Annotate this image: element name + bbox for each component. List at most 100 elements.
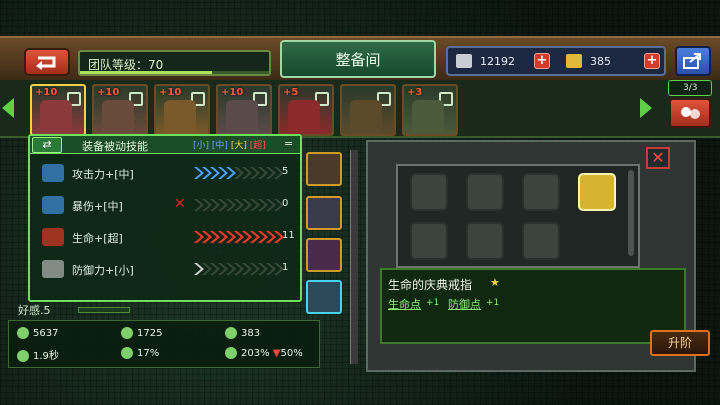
hero-card[interactable]: +10 bbox=[216, 84, 272, 136]
crit-damage-icon bbox=[225, 347, 237, 359]
skill-count: 5 bbox=[282, 166, 289, 177]
stat-crit-damage: 203% ▼50% bbox=[225, 347, 303, 365]
ring-item[interactable] bbox=[466, 173, 504, 211]
share-icon bbox=[683, 53, 701, 69]
item-name: 生命的庆典戒指 bbox=[388, 278, 473, 292]
hero-portrait bbox=[102, 100, 134, 134]
ring-item[interactable] bbox=[466, 222, 504, 260]
stat-a-suffix: +1 bbox=[426, 298, 440, 308]
skill-icon bbox=[42, 260, 64, 278]
hero-card[interactable]: +10 bbox=[30, 84, 86, 136]
ring-item[interactable] bbox=[522, 222, 560, 260]
skill-count: 0 bbox=[282, 198, 289, 209]
target-icon bbox=[121, 347, 133, 359]
add-currency-b-button[interactable]: + bbox=[644, 53, 660, 69]
ring-item[interactable] bbox=[410, 173, 448, 211]
hero-portrait bbox=[412, 100, 444, 134]
shield-icon bbox=[225, 327, 237, 339]
team-level: 团队等级：70 bbox=[78, 50, 271, 76]
skill-count: 1 bbox=[282, 262, 289, 273]
stat-attack: 1725 bbox=[121, 327, 162, 345]
equip-slot-armor[interactable] bbox=[306, 196, 342, 230]
skill-count: 11 bbox=[282, 230, 295, 241]
star-icon: ★ bbox=[490, 276, 500, 289]
hero-portrait bbox=[288, 100, 320, 134]
team-slot-count-text: 3/3 bbox=[683, 83, 698, 93]
hero-portrait bbox=[350, 100, 382, 134]
close-button[interactable]: ✕ bbox=[646, 147, 670, 169]
swap-team-button[interactable] bbox=[669, 98, 711, 128]
hero-level: +10 bbox=[221, 87, 244, 98]
favor-label: 好感.5 bbox=[18, 304, 51, 317]
hero-portrait bbox=[164, 100, 196, 134]
stat-b-suffix: +1 bbox=[486, 298, 500, 308]
currency-b-value: 385 bbox=[590, 55, 611, 68]
roster-next-arrow[interactable] bbox=[640, 98, 652, 118]
hero-card[interactable] bbox=[340, 84, 396, 136]
skill-row: 防御力+[小] 1 bbox=[42, 258, 298, 280]
toggle-panel-button[interactable]: ⇄ bbox=[32, 137, 62, 153]
team-level-progress bbox=[80, 71, 213, 74]
level-super: [超] bbox=[249, 141, 266, 151]
team-slot-count: 3/3 bbox=[668, 80, 712, 96]
skill-levels: [小] [中] [大] [超] bbox=[193, 138, 266, 151]
hero-level: +5 bbox=[283, 87, 299, 98]
skill-name: 暴伤+[中] bbox=[72, 200, 123, 213]
level-small: [小] bbox=[193, 141, 210, 151]
stat-a-label: 生命点 bbox=[388, 298, 421, 311]
stat-defense: 383 bbox=[225, 327, 260, 345]
hero-card[interactable]: +10 bbox=[92, 84, 148, 136]
favor-bar bbox=[78, 307, 130, 313]
gold-bar-icon bbox=[566, 54, 582, 68]
skill-panel-title: 装备被动技能 bbox=[82, 140, 148, 153]
ring-item[interactable] bbox=[522, 173, 560, 211]
skill-name: 防御力+[小] bbox=[72, 264, 134, 277]
heart-icon bbox=[17, 327, 29, 339]
hero-level: +3 bbox=[407, 87, 423, 98]
swap-users-icon bbox=[681, 107, 700, 119]
add-currency-a-button[interactable]: + bbox=[534, 53, 550, 69]
grid-scrollbar[interactable] bbox=[628, 170, 634, 256]
currency-a-value: 12192 bbox=[480, 55, 515, 68]
equip-slot-gear[interactable] bbox=[306, 238, 342, 272]
missing-icon: ✕ bbox=[174, 196, 186, 212]
stat-b-label: 防御点 bbox=[448, 298, 481, 311]
hero-card[interactable]: +3 bbox=[402, 84, 458, 136]
page-title-text: 整备间 bbox=[335, 50, 381, 69]
equals-icon: = bbox=[284, 137, 294, 150]
back-button[interactable] bbox=[24, 48, 70, 76]
skill-row: 暴伤+[中] ✕ 0 bbox=[42, 194, 298, 216]
skill-icon bbox=[42, 164, 64, 182]
share-button[interactable] bbox=[675, 46, 711, 76]
skill-icon bbox=[42, 196, 64, 214]
currency-bar: 12192 + 385 + bbox=[446, 46, 666, 76]
level-medium: [中] bbox=[211, 141, 228, 151]
level-large: [大] bbox=[230, 141, 247, 151]
skill-name: 生命+[超] bbox=[72, 232, 123, 245]
equip-slot-weapon[interactable] bbox=[306, 152, 342, 186]
hero-level: +10 bbox=[159, 87, 182, 98]
stat-speed: 1.9秒 bbox=[17, 347, 59, 365]
equip-pole bbox=[350, 150, 358, 364]
hero-card[interactable]: +10 bbox=[154, 84, 210, 136]
skill-name: 攻击力+[中] bbox=[72, 168, 134, 181]
page-title: 整备间 bbox=[280, 40, 436, 78]
upgrade-label: 升阶 bbox=[667, 336, 692, 350]
hero-level: +10 bbox=[35, 87, 58, 98]
ring-item[interactable] bbox=[410, 222, 448, 260]
skill-row: 生命+[超] 11 bbox=[42, 226, 298, 248]
attack-icon bbox=[121, 327, 133, 339]
equip-slot-ring[interactable] bbox=[306, 280, 342, 314]
ring-item-selected[interactable] bbox=[578, 173, 616, 211]
hero-card[interactable]: +5 bbox=[278, 84, 334, 136]
return-icon bbox=[36, 56, 56, 70]
roster-prev-arrow[interactable] bbox=[2, 98, 14, 118]
hero-level: +10 bbox=[97, 87, 120, 98]
metal-icon bbox=[456, 54, 472, 68]
skill-icon bbox=[42, 228, 64, 246]
upgrade-button[interactable]: 升阶 bbox=[650, 330, 710, 356]
skill-row: 攻击力+[中] 5 bbox=[42, 162, 298, 184]
team-level-text: 团队等级：70 bbox=[88, 58, 164, 72]
stat-crit: 17% bbox=[121, 347, 159, 365]
stat-hp: 5637 bbox=[17, 327, 58, 345]
